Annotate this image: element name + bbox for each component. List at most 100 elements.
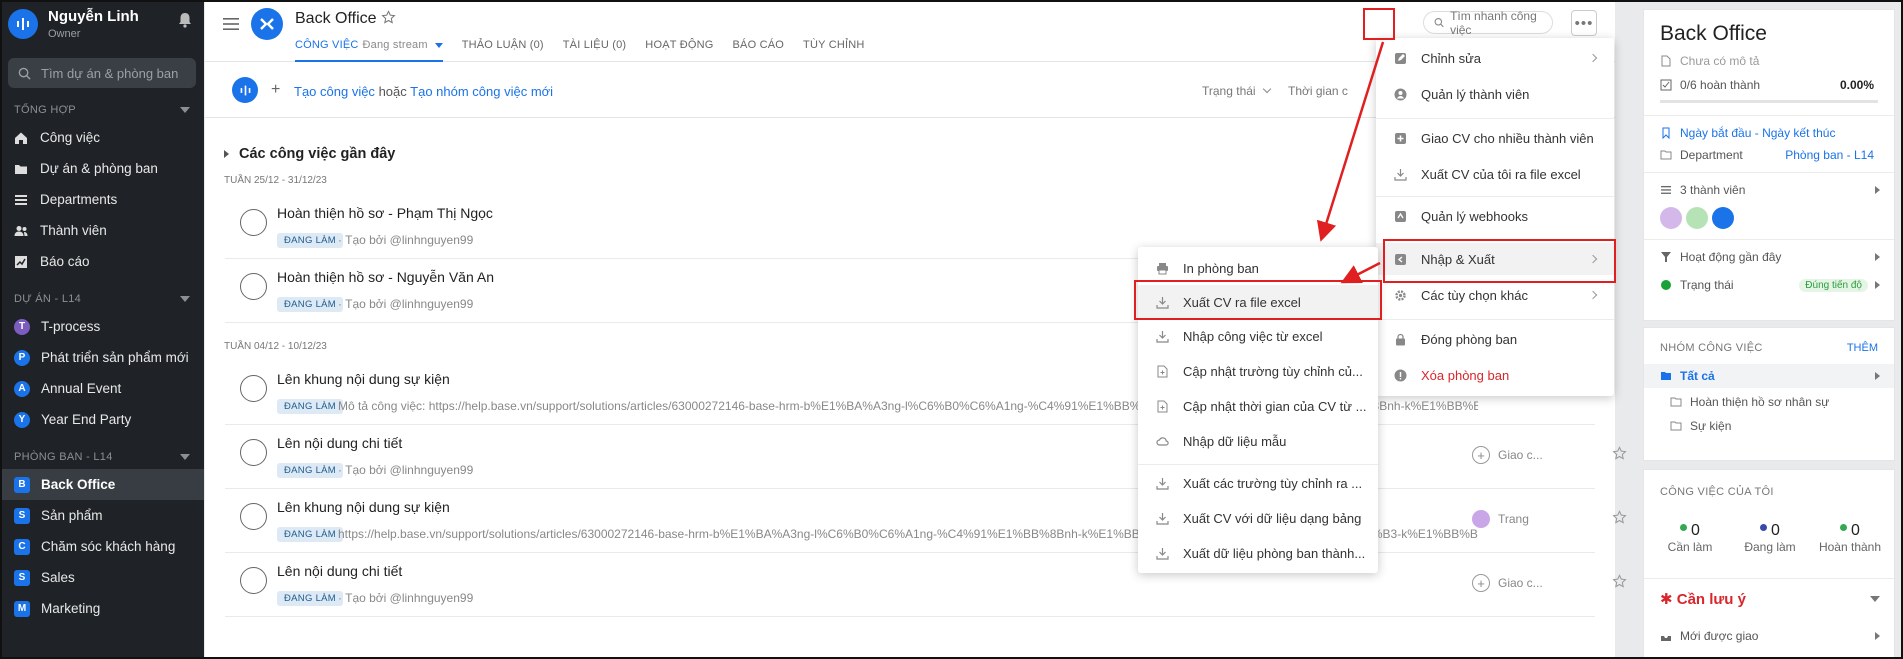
assign-button[interactable]: + Giao c... <box>1472 574 1543 592</box>
bell-icon[interactable] <box>178 12 192 28</box>
menu-item-label: Nhập dữ liệu mẫu <box>1183 433 1287 449</box>
department-row[interactable]: Department Phòng ban - L14 <box>1644 148 1894 162</box>
menu-item-edit[interactable]: Chỉnh sửa <box>1376 42 1614 74</box>
time-filter[interactable]: Thời gian c <box>1288 84 1348 98</box>
menu-item-close-department[interactable]: Đóng phòng ban <box>1376 323 1614 355</box>
tab-activity[interactable]: HOẠT ĐỘNG <box>645 39 713 62</box>
caret-down-icon[interactable] <box>434 42 443 48</box>
sidebar-item-departments[interactable]: Departments <box>0 184 204 215</box>
task-row[interactable]: Lên nội dung chi tiết ĐANG LÀM · Tạo bởi… <box>225 425 1627 489</box>
menu-item-import-export[interactable]: Nhập & Xuất <box>1376 243 1614 275</box>
sidebar-item-customer-care[interactable]: C Chăm sóc khách hàng <box>0 531 204 562</box>
sidebar-item-tasks[interactable]: Công việc <box>0 122 204 153</box>
sidebar-item-projects[interactable]: Dự án & phòng ban <box>0 153 204 184</box>
menu-item-manage-members[interactable]: Quản lý thành viên <box>1376 78 1614 110</box>
task-name[interactable]: Lên khung nội dung sự kiện <box>277 499 450 515</box>
sidebar-item-sales[interactable]: S Sales <box>0 562 204 593</box>
user-profile[interactable]: Nguyễn Linh Owner <box>0 0 204 48</box>
menu-item-update-custom-fields[interactable]: Cập nhật trường tùy chỉnh củ... <box>1138 356 1378 386</box>
task-row[interactable]: Lên nội dung chi tiết ĐANG LÀM · Tạo bởi… <box>225 553 1627 617</box>
department-value[interactable]: Phòng ban - L14 <box>1785 148 1874 162</box>
menu-item-export-table[interactable]: Xuất CV với dữ liệu dạng bảng <box>1138 503 1378 533</box>
create-task-link[interactable]: Tạo công việc <box>294 84 375 99</box>
complete-checkbox[interactable] <box>240 439 267 466</box>
tab-documents[interactable]: TÀI LIỆU (0) <box>563 39 627 62</box>
complete-checkbox[interactable] <box>240 503 267 530</box>
tab-customize[interactable]: TÙY CHỈNH <box>803 39 865 62</box>
task-name[interactable]: Hoàn thiện hồ sơ - Nguyễn Văn An <box>277 269 494 285</box>
task-name[interactable]: Lên nội dung chi tiết <box>277 435 402 451</box>
complete-checkbox[interactable] <box>240 567 267 594</box>
stat-doing[interactable]: 0 Đang làm <box>1730 522 1810 554</box>
sidebar-item-t-process[interactable]: T T-process <box>0 311 204 342</box>
create-group-link[interactable]: Tạo nhóm công việc mới <box>410 84 553 99</box>
members-row[interactable]: 3 thành viên <box>1644 183 1894 197</box>
star-icon[interactable] <box>1612 446 1627 461</box>
star-icon[interactable] <box>381 10 396 25</box>
stat-todo[interactable]: 0 Cần làm <box>1650 522 1730 554</box>
gear-icon <box>1395 289 1406 301</box>
task-row[interactable]: Lên khung nội dung sự kiện ĐANG LÀM http… <box>225 489 1627 553</box>
menu-item-import-sample[interactable]: Nhập dữ liệu mẫu <box>1138 426 1378 456</box>
alert-icon <box>1394 369 1407 381</box>
complete-checkbox[interactable] <box>240 273 267 300</box>
task-name[interactable]: Hoàn thiện hồ sơ - Phạm Thị Ngọc <box>277 205 493 221</box>
more-options-button[interactable]: ••• <box>1571 10 1597 36</box>
recent-activity-row[interactable]: Hoạt động gần đây <box>1644 250 1894 264</box>
status-dot-icon <box>1680 524 1688 531</box>
start-date[interactable]: Ngày bắt đầu <box>1680 126 1751 140</box>
section-projects-header[interactable]: DỰ ÁN - L14 <box>0 287 204 311</box>
assignee[interactable]: Trang <box>1472 510 1529 528</box>
sidebar-item-product-dev[interactable]: P Phát triển sản phẩm mới <box>0 342 204 373</box>
menu-item-update-task-times[interactable]: Cập nhật thời gian của CV từ ... <box>1138 391 1378 421</box>
group-item[interactable]: Sự kiện <box>1644 419 1894 433</box>
menu-item-delete-department[interactable]: Xóa phòng ban <box>1376 359 1614 391</box>
sidebar-item-year-end-party[interactable]: Y Year End Party <box>0 404 204 435</box>
group-item[interactable]: Hoàn thiện hồ sơ nhân sự <box>1644 395 1894 409</box>
sidebar-item-back-office[interactable]: B Back Office <box>0 469 204 500</box>
sidebar-item-members[interactable]: Thành viên <box>0 215 204 246</box>
notice-item[interactable]: Mới được giao <box>1644 629 1894 643</box>
menu-icon[interactable] <box>223 18 239 30</box>
menu-item-export-department-data[interactable]: Xuất dữ liệu phòng ban thành... <box>1138 538 1378 568</box>
tab-discussion[interactable]: THẢO LUẬN (0) <box>462 39 544 62</box>
chevron-right-icon <box>1588 254 1598 264</box>
sidebar-item-reports[interactable]: Báo cáo <box>0 246 204 277</box>
description-row[interactable]: Chưa có mô tả <box>1644 54 1894 68</box>
menu-item-print[interactable]: In phòng ban <box>1138 253 1378 283</box>
complete-checkbox[interactable] <box>240 209 267 236</box>
notice-section[interactable]: ✱ Cần lưu ý <box>1660 590 1746 608</box>
sidebar-search-input[interactable]: Tìm dự án & phòng ban <box>8 58 196 88</box>
status-row[interactable]: Trạng thái Đúng tiến độ <box>1644 278 1894 292</box>
member-avatars[interactable] <box>1644 207 1894 229</box>
add-group-button[interactable]: THÊM <box>1847 342 1878 354</box>
star-icon[interactable] <box>1612 510 1627 525</box>
sidebar-item-annual-event[interactable]: A Annual Event <box>0 373 204 404</box>
task-name[interactable]: Lên nội dung chi tiết <box>277 563 402 579</box>
group-item-all[interactable]: Tất cả <box>1644 364 1894 388</box>
menu-item-export-custom-fields[interactable]: Xuất các trường tùy chỉnh ra ... <box>1138 468 1378 498</box>
menu-item-webhooks[interactable]: Quản lý webhooks <box>1376 200 1614 232</box>
menu-item-other-options[interactable]: Các tùy chọn khác <box>1376 279 1614 311</box>
menu-item-import-excel[interactable]: Nhập công việc từ excel <box>1138 321 1378 351</box>
date-range-row[interactable]: Ngày bắt đầu - Ngày kết thúc <box>1644 126 1894 140</box>
task-group-header[interactable]: Các công việc gần đây <box>224 146 395 162</box>
task-name[interactable]: Lên khung nội dung sự kiện <box>277 371 450 387</box>
complete-checkbox[interactable] <box>240 375 267 402</box>
tab-tasks[interactable]: CÔNG VIỆC Đang stream <box>295 39 443 62</box>
sidebar-item-marketing[interactable]: M Marketing <box>0 593 204 624</box>
status-filter[interactable]: Trạng thái <box>1202 84 1271 98</box>
quick-search-input[interactable]: Tìm nhanh công việc <box>1423 9 1553 37</box>
stat-done[interactable]: 0 Hoàn thành <box>1810 522 1890 554</box>
tab-reports[interactable]: BÁO CÁO <box>733 39 785 62</box>
sidebar-item-product[interactable]: S Sản phẩm <box>0 500 204 531</box>
menu-item-export-my-tasks[interactable]: Xuất CV của tôi ra file excel <box>1376 158 1614 190</box>
assign-button[interactable]: + Giao c... <box>1472 446 1543 464</box>
chevron-down-icon[interactable] <box>1870 596 1880 602</box>
star-icon[interactable] <box>1612 574 1627 589</box>
menu-item-assign-multiple[interactable]: Giao CV cho nhiều thành viên <box>1376 122 1614 154</box>
end-date[interactable]: Ngày kết thúc <box>1762 126 1835 140</box>
section-general-header[interactable]: TỔNG HỢP <box>0 98 204 122</box>
section-departments-header[interactable]: PHÒNG BAN - L14 <box>0 445 204 469</box>
menu-item-export-excel[interactable]: Xuất CV ra file excel <box>1138 285 1378 319</box>
